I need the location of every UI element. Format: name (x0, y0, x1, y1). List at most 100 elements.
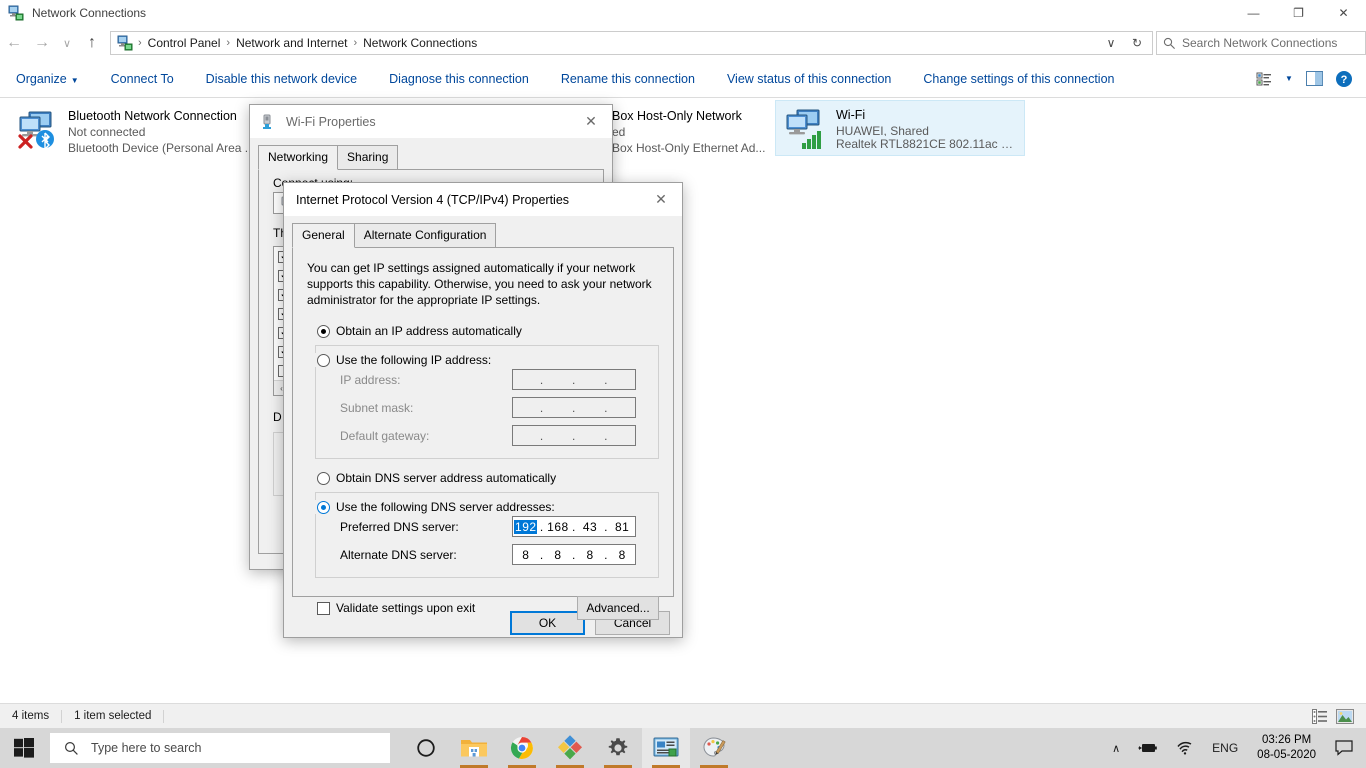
forward-button[interactable]: → (28, 28, 56, 58)
radio-button[interactable] (317, 471, 330, 485)
tab-general[interactable]: General (292, 223, 355, 248)
chevron-down-icon: ▼ (70, 75, 79, 85)
ipv4-properties-dialog[interactable]: Internet Protocol Version 4 (TCP/IPv4) P… (283, 182, 683, 638)
preferred-dns-field[interactable]: 192. 168. 43. 81 (512, 516, 636, 537)
rename-connection-button[interactable]: Rename this connection (545, 72, 711, 86)
help-icon[interactable]: ? (1332, 67, 1356, 91)
refresh-icon[interactable]: ↻ (1124, 32, 1150, 54)
close-button[interactable]: ✕ (1321, 0, 1366, 26)
connection-name: Wi-Fi (836, 108, 866, 122)
start-button[interactable] (0, 728, 48, 768)
connection-name: Bluetooth Network Connection (68, 109, 237, 123)
subnet-mask-label: Subnet mask: (340, 400, 414, 415)
settings-gear-icon[interactable] (594, 728, 642, 768)
maximize-button[interactable]: ❐ (1276, 0, 1321, 26)
search-input-placeholder[interactable]: Search Network Connections (1182, 36, 1337, 50)
diagnose-connection-button[interactable]: Diagnose this connection (373, 72, 545, 86)
battery-charging-icon[interactable] (1129, 741, 1167, 755)
language-indicator[interactable]: ENG (1203, 741, 1247, 755)
preview-pane-icon[interactable] (1302, 67, 1326, 91)
wifi-tray-icon[interactable] (1167, 741, 1203, 755)
alternate-dns-field[interactable]: 8. 8. 8. 8 (512, 544, 636, 565)
desktop-screen: Network Connections — ❐ ✕ ← → ∨ ↑ › Cont… (0, 0, 1366, 768)
radio-button[interactable] (317, 324, 330, 338)
octet[interactable]: 8 (579, 548, 602, 562)
tab-sharing[interactable]: Sharing (337, 145, 399, 169)
connect-to-button[interactable]: Connect To (95, 72, 190, 86)
change-view-icon[interactable] (1252, 67, 1276, 91)
tab-alternate-configuration[interactable]: Alternate Configuration (353, 223, 497, 247)
file-explorer-icon[interactable] (450, 728, 498, 768)
alternate-dns-row: Alternate DNS server: 8. 8. 8. 8 (316, 544, 658, 565)
obtain-dns-automatically-option[interactable]: Obtain DNS server address automatically (293, 471, 673, 485)
address-bar-icon (117, 35, 133, 51)
ip-address-row: IP address: . . . (316, 369, 658, 390)
organize-menu[interactable]: Organize ▼ (0, 72, 95, 86)
action-center-icon[interactable] (1326, 740, 1362, 756)
cortana-icon[interactable] (402, 728, 450, 768)
wifi-icon (782, 107, 830, 151)
search-icon (64, 741, 79, 756)
advanced-button[interactable]: Advanced... (577, 596, 659, 620)
command-bar: Organize ▼ Connect To Disable this networ… (0, 60, 1366, 98)
paint-icon[interactable] (690, 728, 738, 768)
network-adapter-icon (260, 114, 276, 130)
details-view-icon[interactable] (1312, 708, 1328, 724)
list-item[interactable]: Bluetooth Network Connection Not connect… (8, 102, 258, 162)
chevron-down-icon[interactable]: ▼ (1282, 67, 1296, 91)
radio-button[interactable] (317, 500, 330, 514)
google-chrome-icon[interactable] (498, 728, 546, 768)
view-status-button[interactable]: View status of this connection (711, 72, 907, 86)
obtain-dns-automatically-label: Obtain DNS server address automatically (336, 471, 557, 485)
octet[interactable]: 8 (611, 548, 634, 562)
clock[interactable]: 03:26 PM 08-05-2020 (1247, 733, 1326, 763)
disable-device-button[interactable]: Disable this network device (190, 72, 373, 86)
validate-settings-label: Validate settings upon exit (336, 601, 476, 615)
close-icon[interactable]: ✕ (570, 105, 612, 139)
chevron-down-icon[interactable]: ∨ (1098, 32, 1124, 54)
octet[interactable]: 192 (514, 519, 538, 534)
show-hidden-icons-icon[interactable]: ∧ (1103, 742, 1129, 755)
octet[interactable]: 81 (611, 520, 634, 534)
connection-device: Box Host-Only Ethernet Ad... (612, 141, 766, 155)
ipv4-dialog-title: Internet Protocol Version 4 (TCP/IPv4) P… (296, 192, 570, 207)
close-icon[interactable]: ✕ (640, 183, 682, 217)
breadcrumb-control-panel[interactable]: Control Panel (143, 34, 226, 52)
network-connections-taskbar-icon[interactable] (642, 728, 690, 768)
search-box[interactable]: Search Network Connections (1156, 31, 1366, 55)
use-following-ip-option[interactable]: Use the following IP address: (293, 353, 496, 367)
organize-label: Organize (16, 71, 67, 86)
breadcrumb-network-and-internet[interactable]: Network and Internet (231, 34, 352, 52)
octet[interactable]: 8 (514, 548, 537, 562)
octet[interactable]: 43 (579, 520, 602, 534)
alternate-dns-label: Alternate DNS server: (340, 547, 457, 562)
breadcrumb-network-connections[interactable]: Network Connections (358, 34, 482, 52)
taskbar-search-box[interactable]: Type here to search (50, 733, 390, 763)
connection-status: Not connected (68, 125, 146, 139)
octet[interactable]: 8 (546, 548, 569, 562)
up-button[interactable]: ↑ (78, 28, 106, 58)
obtain-ip-automatically-option[interactable]: Obtain an IP address automatically (293, 324, 673, 338)
clock-time: 03:26 PM (1261, 734, 1312, 746)
address-bar[interactable]: › Control Panel › Network and Internet ›… (110, 31, 1153, 55)
use-following-dns-option[interactable]: Use the following DNS server addresses: (293, 500, 559, 514)
back-button[interactable]: ← (0, 28, 28, 58)
large-icons-view-icon[interactable] (1336, 708, 1354, 724)
taskbar-search-placeholder[interactable]: Type here to search (91, 741, 201, 755)
checkbox[interactable] (317, 601, 330, 615)
subnet-mask-row: Subnet mask: . . . (316, 397, 658, 418)
list-item-wifi[interactable]: Wi-Fi HUAWEI, Shared Realtek RTL8821CE 8… (775, 100, 1025, 156)
item-count: 4 items (0, 709, 63, 723)
recent-locations-button[interactable]: ∨ (56, 28, 78, 58)
change-settings-button[interactable]: Change settings of this connection (907, 72, 1130, 86)
svg-text:?: ? (1341, 74, 1348, 86)
tab-networking[interactable]: Networking (258, 145, 339, 170)
connection-status: HUAWEI, Shared (836, 124, 929, 136)
photos-icon[interactable] (546, 728, 594, 768)
validate-settings-option[interactable]: Validate settings upon exit (293, 601, 475, 615)
octet[interactable]: 168 (546, 520, 569, 534)
connection-device: Bluetooth Device (Personal Area .. (68, 141, 252, 155)
minimize-button[interactable]: — (1231, 0, 1276, 26)
obtain-ip-automatically-label: Obtain an IP address automatically (336, 324, 522, 338)
radio-button[interactable] (317, 353, 330, 367)
